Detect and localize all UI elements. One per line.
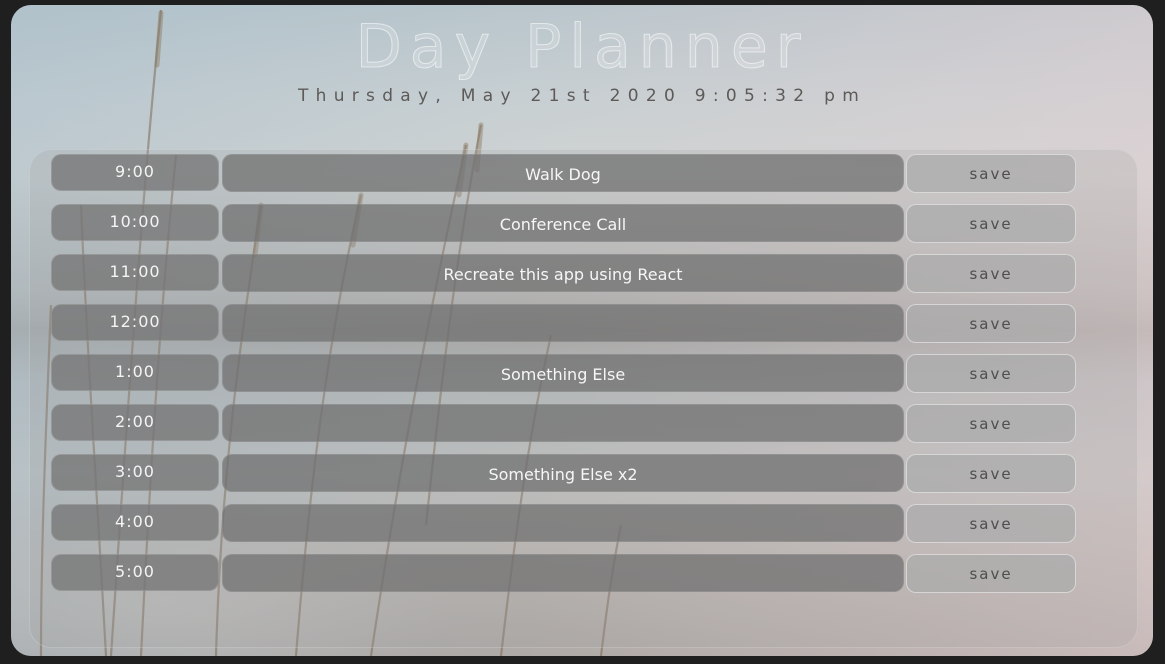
hour-label: 1:00 (51, 354, 219, 391)
task-input[interactable] (222, 304, 904, 342)
time-block-row: 9:00 Walk Dog save (51, 154, 1077, 194)
save-button[interactable]: save (906, 454, 1076, 493)
hour-label: 10:00 (51, 204, 219, 241)
task-input[interactable]: Recreate this app using React (222, 254, 904, 292)
save-button[interactable]: save (906, 304, 1076, 343)
task-input[interactable] (222, 504, 904, 542)
hour-label: 4:00 (51, 504, 219, 541)
time-block-row: 2:00 save (51, 404, 1077, 444)
hour-label: 9:00 (51, 154, 219, 191)
hour-label: 5:00 (51, 554, 219, 591)
task-input[interactable]: Something Else (222, 354, 904, 392)
time-block-row: 11:00 Recreate this app using React save (51, 254, 1077, 294)
task-input[interactable]: Walk Dog (222, 154, 904, 192)
save-button[interactable]: save (906, 154, 1076, 193)
task-input[interactable]: Conference Call (222, 204, 904, 242)
hour-label: 12:00 (51, 304, 219, 341)
hour-label: 3:00 (51, 454, 219, 491)
time-block-row: 1:00 Something Else save (51, 354, 1077, 394)
time-block-row: 3:00 Something Else x2 save (51, 454, 1077, 494)
task-input[interactable] (222, 554, 904, 592)
current-date-time: Thursday, May 21st 2020 9:05:32 pm (297, 86, 867, 106)
time-block-row: 12:00 save (51, 304, 1077, 344)
save-button[interactable]: save (906, 254, 1076, 293)
time-block-row: 5:00 save (51, 554, 1077, 594)
time-block-row: 4:00 save (51, 504, 1077, 544)
save-button[interactable]: save (906, 204, 1076, 243)
task-input[interactable] (222, 404, 904, 442)
save-button[interactable]: save (906, 554, 1076, 593)
save-button[interactable]: save (906, 404, 1076, 443)
time-block-row: 10:00 Conference Call save (51, 204, 1077, 244)
hour-label: 2:00 (51, 404, 219, 441)
planner-window: Day Planner Thursday, May 21st 2020 9:05… (11, 5, 1153, 656)
task-input[interactable]: Something Else x2 (222, 454, 904, 492)
save-button[interactable]: save (906, 354, 1076, 393)
save-button[interactable]: save (906, 504, 1076, 543)
page-title: Day Planner (355, 12, 809, 83)
hour-label: 11:00 (51, 254, 219, 291)
